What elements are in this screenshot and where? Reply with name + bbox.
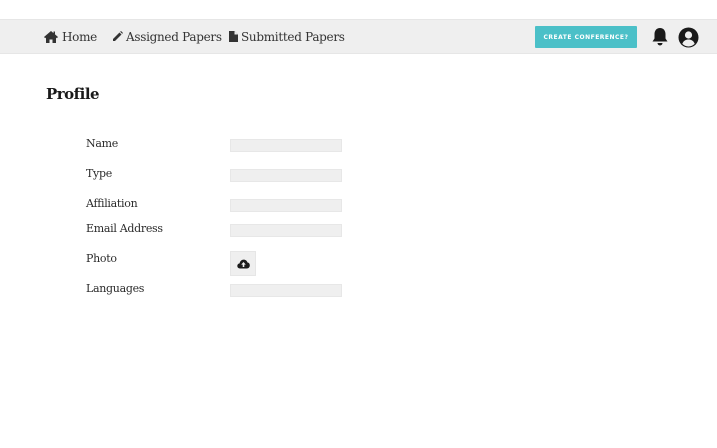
email-label: Email Address — [86, 222, 163, 235]
name-label: Name — [86, 137, 118, 150]
affiliation-input[interactable] — [230, 199, 342, 212]
create-conference-button[interactable]: CREATE CONFERENCE? — [535, 26, 637, 48]
type-label: Type — [86, 167, 112, 180]
nav-submitted-papers-link[interactable]: Submitted Papers — [229, 20, 345, 53]
user-circle-icon[interactable] — [678, 27, 699, 48]
cloud-upload-icon — [236, 259, 250, 268]
top-navbar: Home Assigned Papers Submitted Papers CR… — [0, 19, 717, 54]
email-input[interactable] — [230, 224, 342, 237]
affiliation-label: Affiliation — [86, 197, 138, 210]
home-icon — [44, 30, 58, 43]
page-title: Profile — [46, 85, 100, 103]
name-input[interactable] — [230, 139, 342, 152]
nav-assigned-papers-link[interactable]: Assigned Papers — [112, 20, 222, 53]
languages-label: Languages — [86, 282, 145, 295]
nav-home-link[interactable]: Home — [43, 20, 97, 53]
file-icon — [229, 31, 238, 42]
pencil-icon — [113, 31, 123, 41]
photo-upload-button[interactable] — [230, 251, 256, 276]
nav-home-label: Home — [62, 29, 97, 44]
languages-input[interactable] — [230, 284, 342, 297]
type-input[interactable] — [230, 169, 342, 182]
nav-assigned-papers-label: Assigned Papers — [126, 29, 222, 44]
photo-label: Photo — [86, 252, 117, 265]
bell-icon[interactable] — [651, 27, 669, 47]
nav-submitted-papers-label: Submitted Papers — [241, 29, 345, 44]
